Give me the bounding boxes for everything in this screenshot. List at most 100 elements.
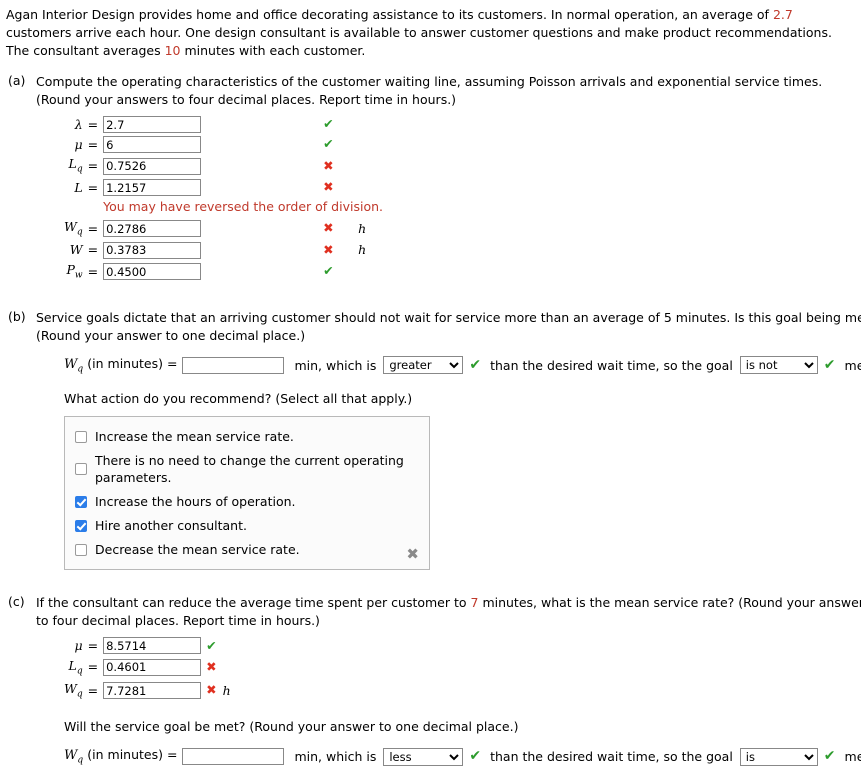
part-c-lq-incorrect-icon: ✖ [206, 659, 217, 675]
list-item[interactable]: Increase the hours of operation. [75, 490, 419, 514]
table-row-error: You may have reversed the order of divis… [64, 197, 383, 217]
intro-arrival-rate: 2.7 [772, 7, 793, 22]
list-item[interactable]: Decrease the mean service rate. [75, 538, 419, 562]
w-unit: h [358, 242, 367, 258]
mu-correct-icon: ✔ [323, 136, 334, 152]
row-equals: = [87, 116, 99, 132]
row-symbol-l: L [74, 179, 83, 195]
row-equals: = [87, 220, 99, 236]
intro-text-3: minutes with each customer. [180, 42, 366, 58]
part-b-action-question: What action do you recommend? (Select al… [64, 391, 413, 407]
row-symbol-mu: μ [74, 136, 83, 152]
part-a-prompt: Compute the operating characteristics of… [36, 74, 823, 107]
list-item[interactable]: Hire another consultant. [75, 514, 419, 538]
checkbox-icon-decrease-service-rate[interactable] [75, 543, 87, 556]
l-input[interactable] [103, 179, 202, 197]
option-label: Increase the hours of operation. [95, 494, 296, 510]
part-c-comparison-correct-icon: ✔ [469, 747, 482, 764]
w-input[interactable] [103, 241, 202, 259]
part-c-wq-minutes-input[interactable] [182, 748, 285, 766]
w-incorrect-icon: ✖ [323, 241, 334, 257]
problem-statement: Agan Interior Design provides home and o… [0, 0, 861, 59]
row-symbol-wq-c: Wq [64, 680, 83, 700]
part-b-wq-input[interactable] [182, 356, 285, 374]
list-item[interactable]: Increase the mean service rate. [75, 425, 419, 449]
part-c-comparison-select[interactable]: less [383, 747, 464, 766]
part-b-after-input-text: min, which is [294, 357, 377, 373]
exercise-page: Agan Interior Design provides home and o… [0, 0, 861, 766]
row-symbol-pw: Pw [66, 262, 83, 281]
part-c-middle-text: than the desired wait time, so the goal [490, 748, 733, 764]
part-b: (b) Service goals dictate that an arrivi… [0, 309, 861, 571]
part-c-goal-correct-icon: ✔ [823, 747, 836, 764]
part-b-wq-row: Wq (in minutes) = min, which is greater … [64, 355, 861, 376]
part-c-mu-unit [217, 636, 231, 656]
row-symbol-wq: Wq [64, 219, 83, 238]
part-b-comparison-correct-icon: ✔ [469, 356, 482, 373]
part-b-options-box: Increase the mean service rate. There is… [64, 415, 430, 571]
table-row: Pw = ✔ [64, 260, 383, 283]
part-c-goal-select[interactable]: is [739, 747, 818, 766]
part-c-answer-table: μ = ✔ Lq = ✖ Wq = ✖ [64, 636, 231, 702]
pw-correct-icon: ✔ [323, 263, 334, 279]
part-b-label: (b) [8, 309, 26, 325]
part-a-answer-table-1: λ = ✔ μ = ✔ Lq = ✖ [64, 115, 383, 284]
table-row: μ = ✔ [64, 636, 231, 656]
list-item[interactable]: There is no need to change the current o… [75, 449, 419, 491]
option-label: Decrease the mean service rate. [95, 541, 300, 557]
table-row: W = ✖ h [64, 240, 383, 260]
part-c-wq-symbol: Wq (in minutes) = [64, 746, 178, 766]
checkbox-icon-increase-hours[interactable] [75, 496, 87, 509]
part-c-wq-unit: h [222, 682, 231, 698]
part-c-end-text: met. [844, 748, 861, 764]
mu-input[interactable] [103, 136, 202, 153]
wq-unit: h [358, 220, 367, 236]
table-row: L = ✖ [64, 178, 383, 198]
part-c-wq-row: Wq (in minutes) = min, which is less ✔ t… [64, 746, 861, 767]
option-label: Increase the mean service rate. [95, 428, 294, 444]
row-equals: = [87, 659, 99, 675]
table-row: μ = ✔ [64, 135, 383, 155]
row-equals: = [87, 136, 99, 152]
part-b-end-text: met. [844, 357, 861, 373]
option-label: Hire another consultant. [95, 517, 247, 533]
part-b-prompt: Service goals dictate that an arriving c… [36, 310, 861, 344]
part-a-label: (a) [8, 73, 26, 89]
row-equals: = [87, 158, 99, 173]
lq-input[interactable] [103, 157, 202, 175]
part-b-goal-select[interactable]: is not [739, 356, 818, 375]
row-symbol-lq-c: Lq [68, 657, 83, 677]
row-symbol-mu-c: μ [74, 637, 83, 653]
part-c-label: (c) [8, 594, 25, 610]
wq-input[interactable] [103, 220, 202, 238]
lambda-unit [352, 115, 383, 135]
mu-unit [352, 135, 383, 155]
part-c-mu-input[interactable] [103, 637, 202, 655]
lambda-input[interactable] [103, 116, 202, 134]
table-row: Wq = ✖ h [64, 679, 231, 702]
part-c-after-input-text: min, which is [294, 748, 377, 764]
part-b-middle-text: than the desired wait time, so the goal [490, 357, 733, 373]
pw-input[interactable] [103, 263, 202, 281]
part-a: (a) Compute the operating characteristic… [0, 73, 861, 283]
part-c-prompt: If the consultant can reduce the average… [36, 594, 861, 630]
wq-incorrect-icon: ✖ [323, 220, 334, 236]
division-error-message: You may have reversed the order of divis… [103, 199, 383, 215]
part-c-lq-unit [217, 656, 231, 679]
part-b-goal-correct-icon: ✔ [823, 356, 836, 373]
row-equals: = [87, 242, 99, 258]
table-row: Lq = ✖ [64, 656, 231, 679]
table-row: Lq = ✖ [64, 154, 383, 177]
part-b-comparison-select[interactable]: greater [383, 356, 464, 375]
part-c: (c) If the consultant can reduce the ave… [0, 594, 861, 767]
part-c-lq-input[interactable] [103, 658, 202, 676]
intro-service-time: 10 [164, 42, 181, 58]
part-c-wq-incorrect-icon: ✖ [206, 682, 217, 698]
table-row: λ = ✔ [64, 115, 383, 135]
checkbox-icon-hire-consultant[interactable] [75, 519, 87, 532]
part-c-goal-question: Will the service goal be met? (Round you… [64, 719, 519, 735]
intro-text-1: Agan Interior Design provides home and o… [6, 7, 773, 22]
checkbox-icon-increase-service-rate[interactable] [75, 430, 87, 443]
checkbox-icon-no-change[interactable] [75, 463, 87, 476]
row-equals: = [87, 179, 99, 195]
